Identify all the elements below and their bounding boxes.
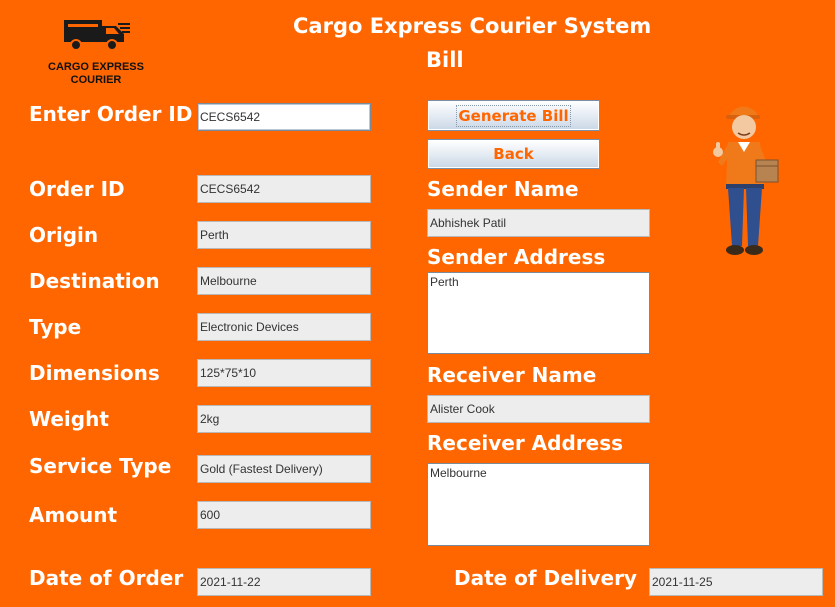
date-of-delivery-field: 2021-11-25 (649, 568, 823, 596)
destination-label: Destination (29, 269, 160, 293)
date-of-delivery-label: Date of Delivery (454, 566, 637, 590)
order-id-field: CECS6542 (197, 175, 371, 203)
generate-bill-button[interactable]: Generate Bill (427, 100, 600, 131)
receiver-address-area[interactable]: Melbourne (427, 463, 650, 546)
back-button[interactable]: Back (427, 139, 600, 169)
destination-field: Melbourne (197, 267, 371, 295)
courier-man-icon (713, 106, 779, 255)
weight-label: Weight (29, 407, 109, 431)
date-of-order-field: 2021-11-22 (197, 568, 371, 596)
type-field: Electronic Devices (197, 313, 371, 341)
amount-label: Amount (29, 503, 118, 527)
company-logo: CARGO EXPRESS COURIER (46, 12, 146, 88)
service-type-field: Gold (Fastest Delivery) (197, 455, 371, 483)
origin-field: Perth (197, 221, 371, 249)
sender-name-label: Sender Name (427, 177, 579, 201)
type-label: Type (29, 315, 82, 339)
back-label: Back (493, 145, 534, 163)
order-id-input[interactable]: CECS6542 (197, 103, 371, 131)
amount-field: 600 (197, 501, 371, 529)
sender-address-area[interactable]: Perth (427, 272, 650, 354)
service-type-label: Service Type (29, 454, 172, 478)
order-id-label: Order ID (29, 177, 125, 201)
sender-address-label: Sender Address (427, 245, 606, 269)
receiver-name-label: Receiver Name (427, 363, 597, 387)
receiver-name-field: Alister Cook (427, 395, 650, 423)
generate-bill-label: Generate Bill (456, 104, 571, 127)
enter-order-id-label: Enter Order ID (29, 102, 193, 126)
weight-field: 2kg (197, 405, 371, 433)
date-of-order-label: Date of Order (29, 566, 184, 590)
logo-text: CARGO EXPRESS COURIER (46, 61, 146, 87)
page-title: Bill (426, 48, 464, 72)
dimensions-field: 125*75*10 (197, 359, 371, 387)
truck-icon (64, 20, 130, 51)
logo-line-1: CARGO EXPRESS (48, 61, 144, 73)
receiver-address-label: Receiver Address (427, 431, 624, 455)
logo-line-2: COURIER (70, 74, 122, 86)
dimensions-label: Dimensions (29, 361, 160, 385)
system-title: Cargo Express Courier System (293, 14, 652, 38)
origin-label: Origin (29, 223, 99, 247)
sender-name-field: Abhishek Patil (427, 209, 650, 237)
